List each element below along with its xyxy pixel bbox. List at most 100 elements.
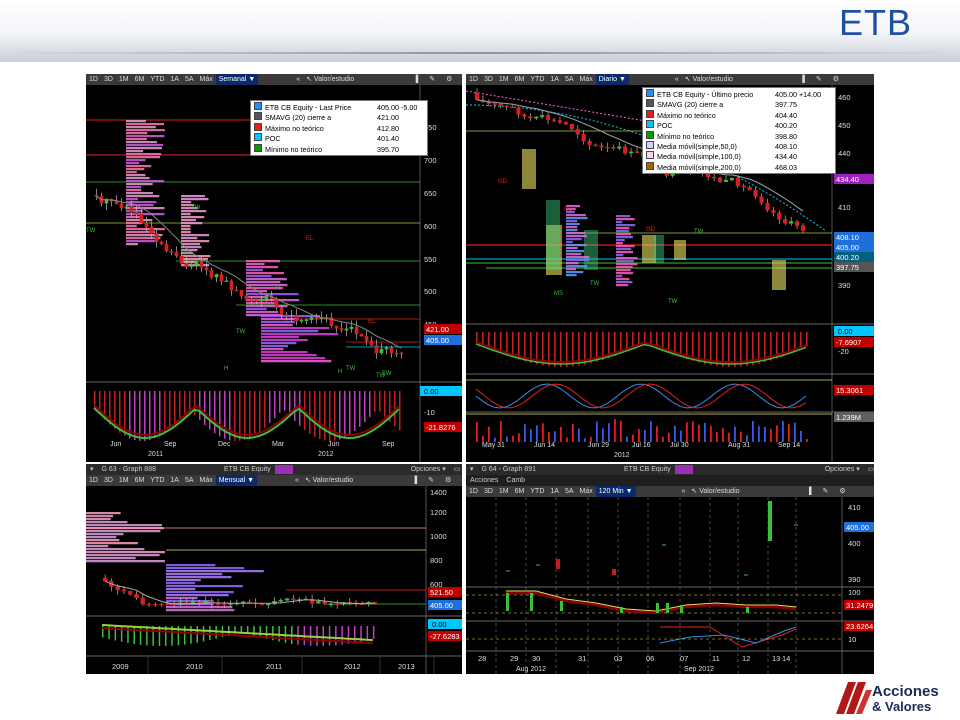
settings-icon[interactable]: ⚙ [831, 486, 848, 497]
range-button[interactable]: YTD [527, 74, 547, 85]
range-button[interactable]: YTD [147, 475, 167, 486]
bookmark-icon[interactable]: ▐ [357, 74, 421, 85]
range-button[interactable]: 6M [512, 74, 528, 85]
range-button[interactable]: 1M [496, 74, 512, 85]
p1-osc-bar [374, 391, 376, 412]
p1-candle [399, 352, 404, 355]
range-button[interactable]: 1D [86, 475, 101, 486]
range-button[interactable]: 1A [547, 486, 562, 497]
window-controls-icon[interactable]: ▭ ✕ [864, 464, 874, 475]
range-button[interactable]: 1A [167, 74, 182, 85]
p2-price-badge: 397.75 [836, 263, 859, 272]
p1-volume-profile [181, 228, 191, 231]
p2-year-label: 2012 [614, 452, 630, 459]
valor-estudio-button[interactable]: ↖ Valor/estudio [682, 74, 736, 85]
range-button[interactable]: Máx [197, 475, 216, 486]
window-controls-icon[interactable]: ▭ ✕ [450, 464, 462, 475]
legend-row: Mínimo no teórico 398.80 [646, 130, 832, 141]
p1-tag: H [224, 366, 228, 372]
range-button[interactable]: 1M [116, 74, 132, 85]
range-button[interactable]: 5A [562, 74, 577, 85]
settings-icon[interactable]: ⚙ [825, 74, 842, 85]
edit-icon[interactable]: ✎ [815, 486, 832, 497]
options-menu[interactable]: Opciones ▾ [293, 464, 450, 475]
range-button[interactable]: 6M [512, 486, 528, 497]
window-menu-icon[interactable]: ▾ [466, 464, 478, 475]
collapse-icon[interactable]: « [637, 486, 688, 497]
bookmark-icon[interactable]: ▐ [736, 74, 808, 85]
frequency-select[interactable]: Semanal ▼ [215, 74, 259, 85]
legend-name: Mínimo no teórico [265, 144, 323, 154]
p4-header: ▾ G 64 - Graph 891 ETB CB Equity Opciones ▾… [466, 464, 874, 475]
range-button[interactable]: YTD [147, 74, 167, 85]
p2-volume-profile [566, 247, 578, 250]
range-button[interactable]: 5A [562, 486, 577, 497]
function-button[interactable] [274, 465, 293, 474]
tab-acciones[interactable]: Acciones [466, 475, 502, 486]
p2-vol-bar [782, 421, 784, 442]
bookmark-icon[interactable]: ▐ [356, 475, 420, 486]
tab-camb[interactable]: Camb [502, 475, 529, 486]
frequency-select[interactable]: 120 Min ▼ [595, 486, 636, 497]
p2-volume-profile [566, 232, 586, 235]
bookmark-icon[interactable]: ▐ [743, 486, 815, 497]
range-button[interactable]: 1M [496, 486, 512, 497]
edit-icon[interactable]: ✎ [421, 74, 438, 85]
settings-icon[interactable]: ⚙ [437, 475, 454, 486]
range-button[interactable]: 6M [132, 74, 148, 85]
p2-candle [712, 176, 717, 179]
valor-estudio-button[interactable]: ↖ Valor/estudio [303, 74, 357, 85]
edit-icon[interactable]: ✎ [808, 74, 825, 85]
valor-estudio-button[interactable]: ↖ Valor/estudio [302, 475, 356, 486]
frequency-select[interactable]: Diario ▼ [595, 74, 629, 85]
p2-price-badge: 400.20 [836, 253, 859, 262]
range-button[interactable]: 3D [481, 74, 496, 85]
p2-volume-profile [616, 224, 636, 227]
range-button[interactable]: 5A [182, 475, 197, 486]
p2-volume-profile [566, 214, 586, 217]
p2-volume-profile [616, 242, 623, 245]
edit-icon[interactable]: ✎ [420, 475, 437, 486]
range-button[interactable]: 6M [132, 475, 148, 486]
valor-estudio-button[interactable]: ↖ Valor/estudio [688, 486, 742, 497]
frequency-select[interactable]: Mensual ▼ [215, 475, 258, 486]
range-button[interactable]: 3D [481, 486, 496, 497]
p1-candle [334, 325, 339, 329]
range-button[interactable]: 1D [466, 74, 481, 85]
p1-y-tick: 550 [424, 255, 437, 264]
p2-tag: MS [554, 291, 563, 297]
range-button[interactable]: 1A [547, 74, 562, 85]
p4-osc-bar [680, 605, 683, 613]
p2-vol-bar [500, 421, 502, 442]
range-button[interactable]: 1D [466, 486, 481, 497]
range-button[interactable]: YTD [527, 486, 547, 497]
range-button[interactable]: Máx [197, 74, 216, 85]
p1-candle [289, 314, 294, 317]
p1-osc-bar [144, 391, 146, 441]
range-button[interactable]: 3D [101, 475, 116, 486]
settings-icon[interactable]: ⚙ [438, 74, 455, 85]
p1-candle [359, 333, 364, 337]
range-button[interactable]: 5A [182, 74, 197, 85]
p1-osc-bar [259, 391, 261, 432]
p2-x-label: Jul 16 [632, 442, 651, 449]
p2-volume-profile [566, 256, 590, 259]
range-button[interactable]: 3D [101, 74, 116, 85]
p2-vol-bar [536, 425, 538, 442]
options-menu[interactable]: Opciones ▾ [693, 464, 864, 475]
p1-osc-bar [319, 391, 321, 440]
p1-candle [219, 274, 224, 282]
function-button[interactable] [674, 465, 693, 474]
window-menu-icon[interactable]: ▾ [86, 464, 98, 475]
collapse-icon[interactable]: « [259, 475, 302, 486]
collapse-icon[interactable]: « [260, 74, 303, 85]
p1-volume-profile [181, 231, 191, 234]
p2-candle [557, 120, 563, 123]
range-button[interactable]: 1M [116, 475, 132, 486]
p2-volume-profile [616, 263, 638, 266]
range-button[interactable]: Máx [577, 74, 596, 85]
range-button[interactable]: 1A [167, 475, 182, 486]
range-button[interactable]: 1D [86, 74, 101, 85]
collapse-icon[interactable]: « [631, 74, 682, 85]
range-button[interactable]: Máx [577, 486, 596, 497]
